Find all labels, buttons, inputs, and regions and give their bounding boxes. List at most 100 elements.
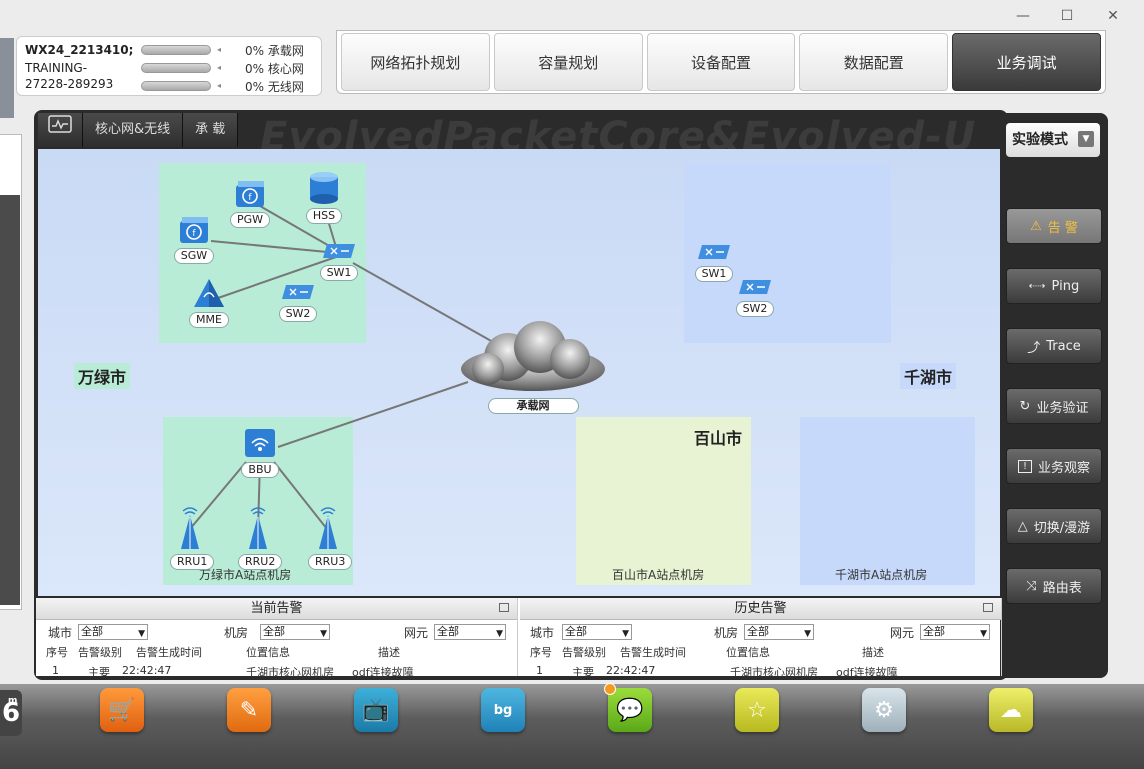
node-rru1[interactable]: RRU1 xyxy=(170,505,215,570)
chevron-down-icon: ▼ xyxy=(804,629,811,639)
col-desc: 描述 xyxy=(378,646,400,659)
star-icon[interactable]: ☆ xyxy=(735,688,779,732)
route-table-button[interactable]: ⤨ 路由表 xyxy=(1006,568,1102,604)
cloud-icon[interactable]: ☁ xyxy=(989,688,1033,732)
alarm-panels: 当前告警 城市 全部 ▼ 机房 全部 ▼ 网元 全部 ▼ 序号 告警级别 告警生成时间… xyxy=(36,598,1002,679)
tab-topology-planning[interactable]: 网络拓扑规划 xyxy=(341,33,490,91)
switch-icon xyxy=(282,285,314,299)
route-label: 路由表 xyxy=(1042,580,1082,596)
antenna-tower-icon xyxy=(319,507,337,549)
cart-icon[interactable]: 🛒 xyxy=(100,688,144,732)
trace-button[interactable]: ⤴ Trace xyxy=(1006,328,1102,364)
col-location: 位置信息 xyxy=(726,646,770,659)
tv-icon[interactable]: 📺 xyxy=(354,688,398,732)
node-sgw[interactable]: f SGW xyxy=(172,215,216,264)
maximize-icon[interactable] xyxy=(983,603,993,612)
tab-capacity-planning[interactable]: 容量规划 xyxy=(493,33,643,91)
node-bearer-network[interactable]: 承载网 xyxy=(458,319,608,414)
antenna-tower-icon xyxy=(181,507,199,549)
shuffle-icon: ⤨ xyxy=(1026,578,1037,594)
city-label-wanlv: 万绿市 xyxy=(74,363,131,389)
room-select[interactable]: 全部 ▼ xyxy=(744,624,814,640)
filter-room-label: 机房 xyxy=(224,626,249,640)
bottom-dock: m6 🛒 ✎ 📺 bg 💬 ☆ ⚙ ☁ xyxy=(0,683,1144,769)
cell-desc: odf连接故障 xyxy=(836,666,898,679)
city-select[interactable]: 全部 ▼ xyxy=(78,624,148,640)
ping-button[interactable]: ⇠⇢ Ping xyxy=(1006,268,1102,304)
mode-select[interactable]: 实验模式 ▼ xyxy=(1006,123,1100,157)
tab-device-config[interactable]: 设备配置 xyxy=(646,33,796,91)
progress-bar-bearer xyxy=(141,45,211,55)
maximize-icon[interactable] xyxy=(499,603,509,612)
breadcrumb-core-wireless[interactable]: 核心网&无线 xyxy=(83,113,184,147)
trace-icon: ⤴ xyxy=(1027,340,1041,356)
cell-level: 主要 xyxy=(88,666,110,679)
chevron-down-icon: ▼ xyxy=(496,629,503,639)
col-level: 告警级别 xyxy=(78,646,122,659)
service-observe-button[interactable]: ! 业务观察 xyxy=(1006,448,1102,484)
arrow-icon: ◂ xyxy=(217,63,222,72)
cell-location: 千湖市核心网机房 xyxy=(246,666,334,679)
account-line2: TRAINING- xyxy=(25,61,88,75)
notebook-icon[interactable]: ✎ xyxy=(227,688,271,732)
service-verify-button[interactable]: ↻ 业务验证 xyxy=(1006,388,1102,424)
cell-time: 22:42:47 xyxy=(122,664,172,677)
wifi-box-icon xyxy=(245,429,275,457)
maximize-button[interactable]: ☐ xyxy=(1052,6,1082,26)
handover-icon: △ xyxy=(1017,518,1028,534)
progress-pct: 0% xyxy=(245,62,265,76)
chat-icon[interactable]: 💬 xyxy=(604,683,652,732)
current-alarm-panel: 当前告警 城市 全部 ▼ 机房 全部 ▼ 网元 全部 ▼ 序号 告警级别 告警生成时间… xyxy=(36,598,518,679)
node-sw2[interactable]: SW2 xyxy=(276,283,320,322)
col-time: 告警生成时间 xyxy=(620,646,686,659)
ne-select[interactable]: 全部 ▼ xyxy=(434,624,506,640)
handover-label: 切换/漫游 xyxy=(1033,520,1091,536)
node-rru2[interactable]: RRU2 xyxy=(238,505,283,570)
trace-label: Trace xyxy=(1046,338,1081,354)
progress-label: 核心网 xyxy=(267,62,304,76)
background-icon[interactable]: bg xyxy=(481,688,525,732)
handover-roaming-button[interactable]: △ 切换/漫游 xyxy=(1006,508,1102,544)
account-line3: 27228-289293 xyxy=(25,77,114,91)
node-qianhu-sw2[interactable]: SW2 xyxy=(733,278,777,317)
city-label-baishan: 百山市 xyxy=(694,429,743,448)
account-id: WX24_2213410; xyxy=(25,43,134,57)
gateway-icon: f xyxy=(180,217,208,243)
progress-bar-core xyxy=(141,63,211,73)
room-select[interactable]: 全部 ▼ xyxy=(260,624,330,640)
node-rru3[interactable]: RRU3 xyxy=(308,505,353,570)
breadcrumb-bearer[interactable]: 承 载 xyxy=(183,113,239,147)
monitor-icon[interactable] xyxy=(38,113,83,147)
cell-seq: 1 xyxy=(536,664,543,677)
database-icon xyxy=(310,172,338,204)
warning-icon: ⚠ xyxy=(1030,218,1042,234)
alarm-button[interactable]: ⚠ 告 警 xyxy=(1006,208,1102,244)
topology-canvas: 万绿市 千湖市 百山市 万绿市A站点机房 百山市A站点机房 千湖市A站点机房 f… xyxy=(38,149,1000,596)
cell-time: 22:42:47 xyxy=(606,664,656,677)
left-side-panel xyxy=(0,134,22,610)
col-seq: 序号 xyxy=(46,646,68,659)
filter-city-label: 城市 xyxy=(48,626,73,640)
current-alarm-title: 当前告警 xyxy=(250,601,303,616)
node-qianhu-sw1[interactable]: SW1 xyxy=(692,243,736,282)
ping-label: Ping xyxy=(1051,278,1080,294)
node-bbu[interactable]: BBU xyxy=(238,427,282,478)
city-label-qianhu: 千湖市 xyxy=(900,363,957,389)
right-toolbar: 实验模式 ▼ ⚠ 告 警 ⇠⇢ Ping ⤴ Trace ↻ 业务验证 ! 业务观察 △ 切换… xyxy=(1000,113,1108,678)
gear-icon[interactable]: ⚙ xyxy=(862,688,906,732)
node-mme[interactable]: MME xyxy=(186,277,232,328)
tab-data-config[interactable]: 数据配置 xyxy=(799,33,949,91)
node-pgw[interactable]: f PGW xyxy=(228,179,272,228)
filter-city-label: 城市 xyxy=(530,626,555,640)
info-icon: ! xyxy=(1017,459,1032,473)
cell-location: 千湖市核心网机房 xyxy=(730,666,818,679)
ne-select[interactable]: 全部 ▼ xyxy=(920,624,990,640)
city-select[interactable]: 全部 ▼ xyxy=(562,624,632,640)
dock-left-item[interactable]: m6 xyxy=(0,690,22,736)
tab-service-debug[interactable]: 业务调试 xyxy=(952,33,1101,91)
minimize-button[interactable]: — xyxy=(1008,6,1038,26)
close-button[interactable]: ✕ xyxy=(1098,6,1128,26)
node-sw1[interactable]: SW1 xyxy=(318,242,360,281)
filter-ne-label: 网元 xyxy=(404,626,429,640)
node-hss[interactable]: HSS xyxy=(300,171,348,224)
